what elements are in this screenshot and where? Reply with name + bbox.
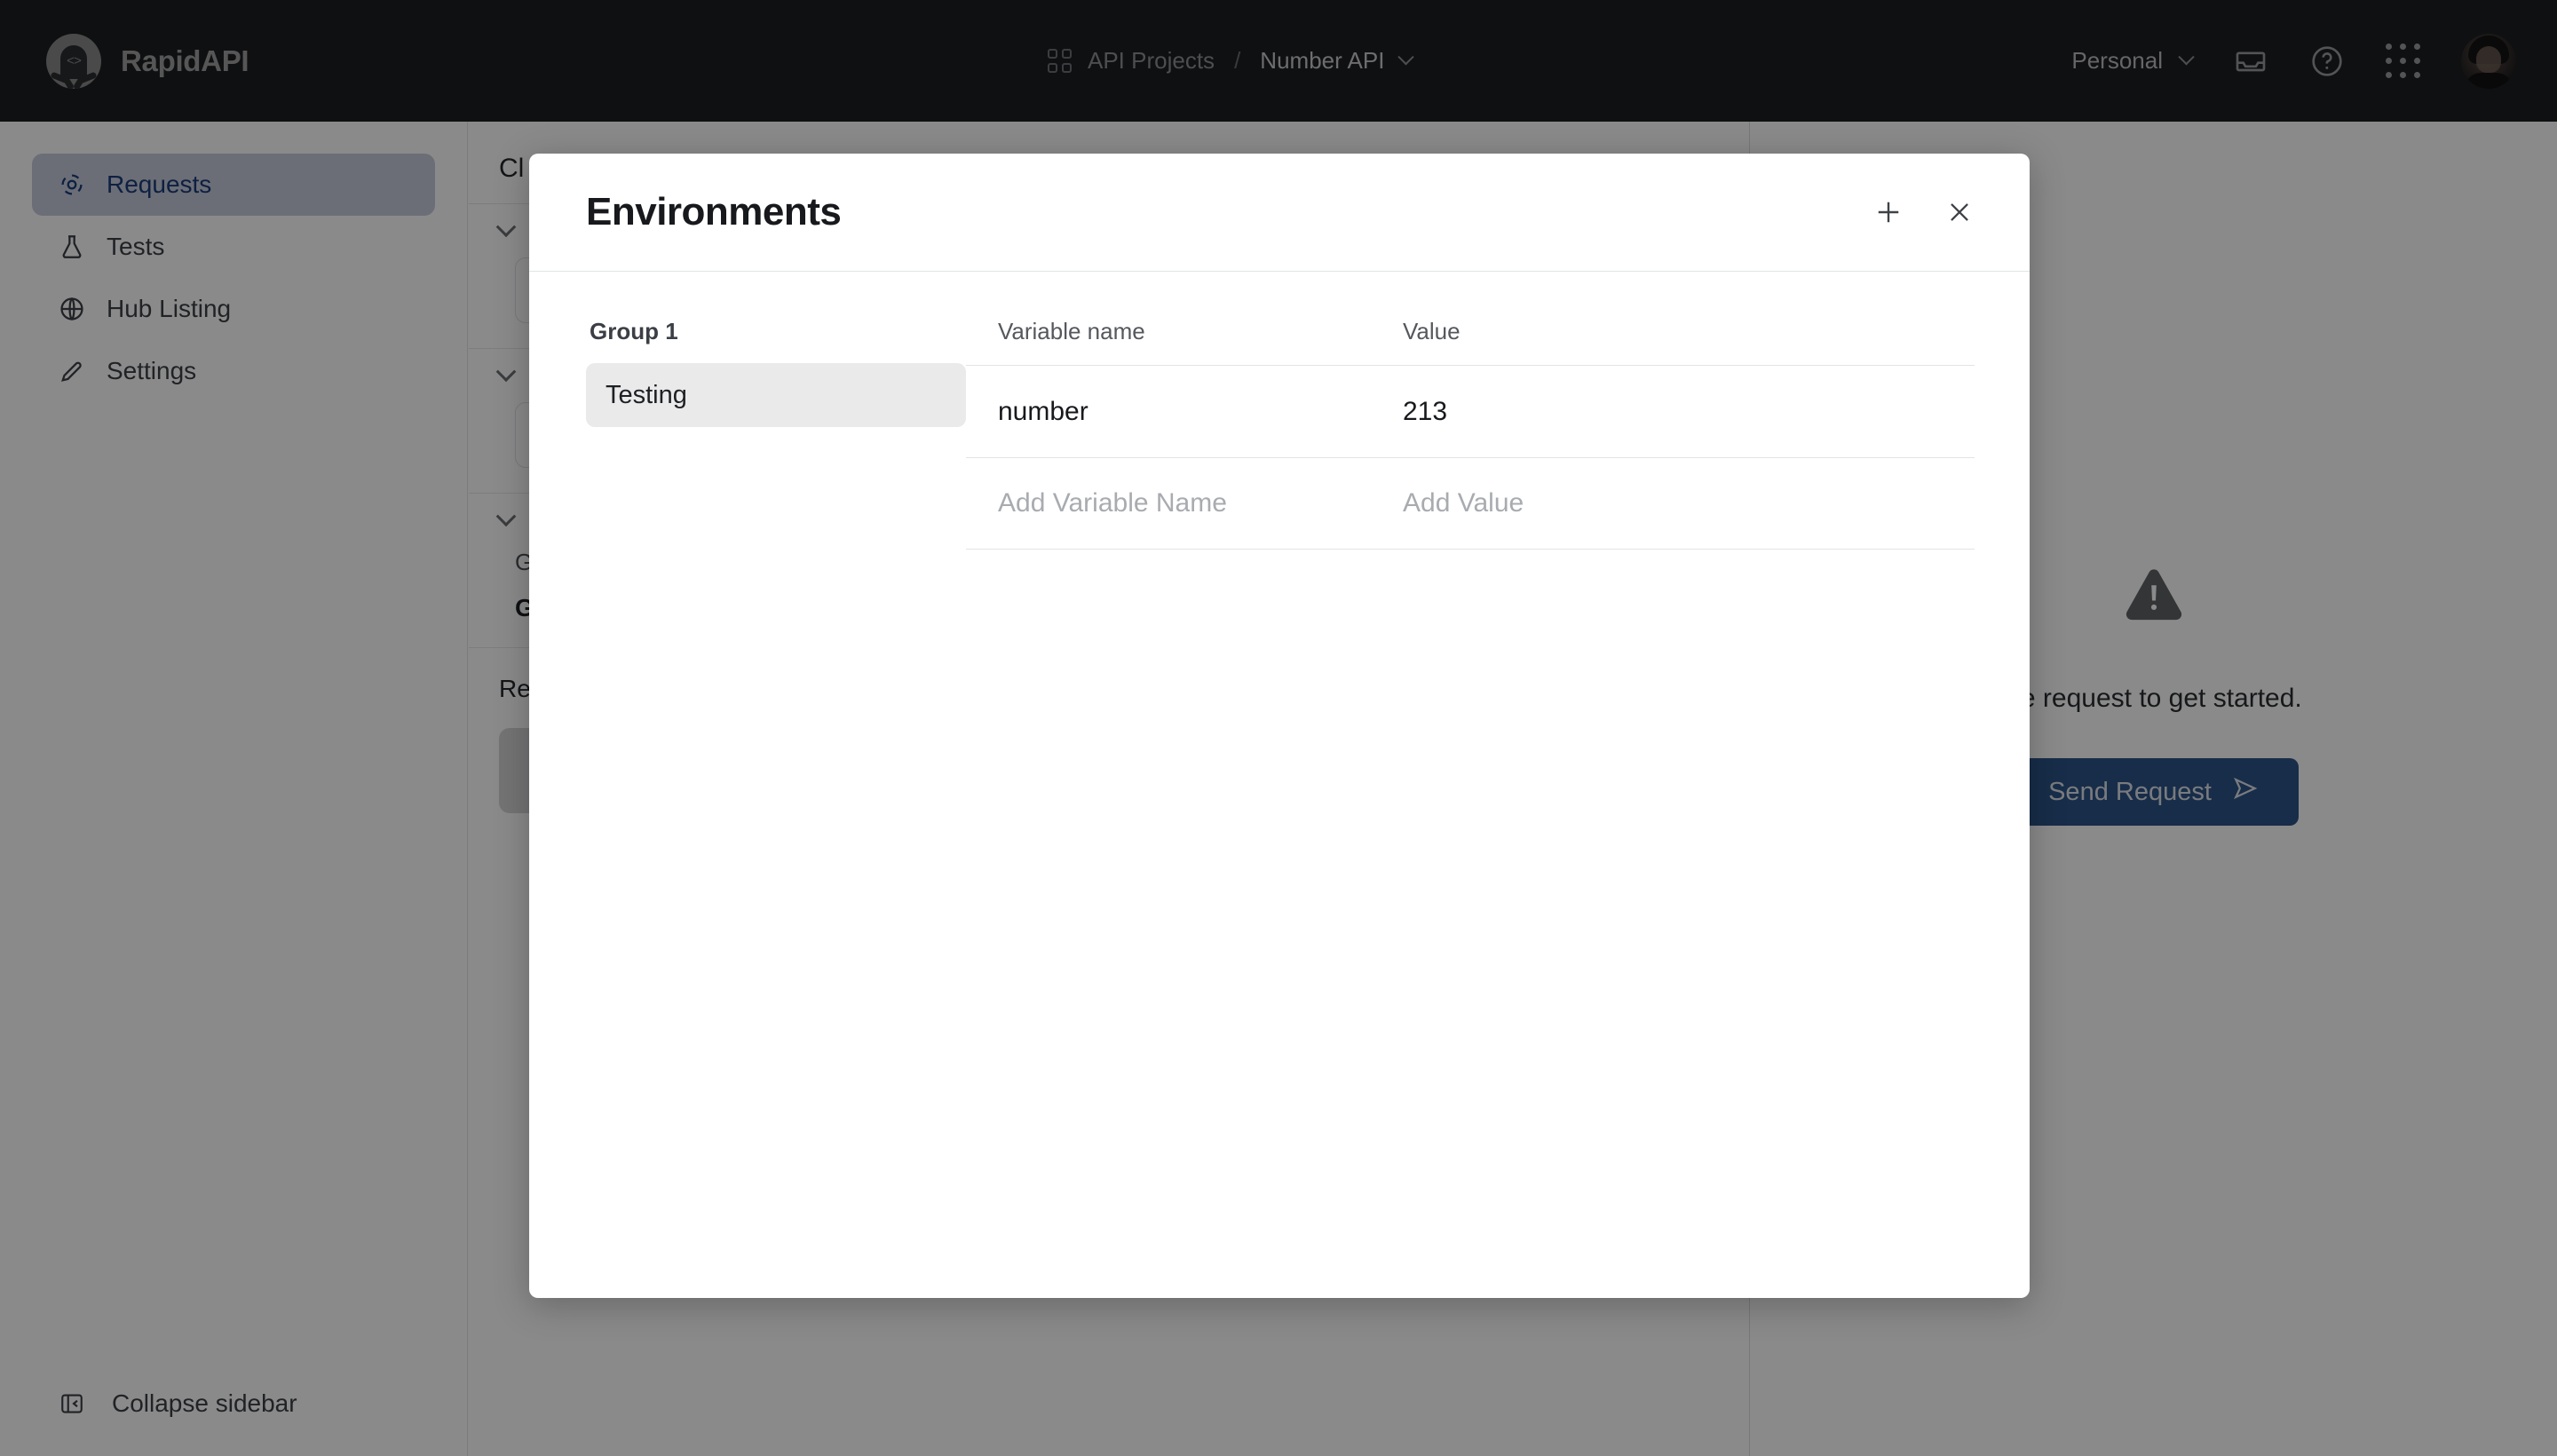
app-root: <> RapidAPI API Projects / Number API Pe… bbox=[0, 0, 2557, 1456]
modal-body: Group 1 Testing Variable name Value numb… bbox=[529, 272, 2030, 1298]
modal-header: Environments bbox=[529, 154, 2030, 272]
environments-modal: Environments Group 1 Testing Variable na… bbox=[529, 154, 2030, 1298]
new-variable-value-input[interactable]: Add Value bbox=[1394, 488, 1975, 518]
environment-item-label: Testing bbox=[606, 380, 687, 409]
add-environment-button[interactable] bbox=[1861, 185, 1916, 240]
close-modal-button[interactable] bbox=[1932, 185, 1987, 240]
environment-groups-panel: Group 1 Testing bbox=[558, 318, 966, 1298]
column-header-variable-name: Variable name bbox=[998, 318, 1145, 344]
group-label: Group 1 bbox=[590, 318, 678, 344]
variable-name-cell[interactable]: number bbox=[966, 397, 1394, 427]
column-header-value: Value bbox=[1403, 318, 1461, 344]
table-row[interactable]: number 213 bbox=[966, 365, 1975, 457]
modal-title: Environments bbox=[586, 190, 842, 233]
environment-item-testing[interactable]: Testing bbox=[586, 363, 966, 427]
variables-table: Variable name Value number 213 Add Varia… bbox=[966, 318, 1987, 1298]
new-variable-name-input[interactable]: Add Variable Name bbox=[966, 488, 1394, 518]
table-header-row: Variable name Value bbox=[966, 318, 1975, 365]
table-row-new[interactable]: Add Variable Name Add Value bbox=[966, 457, 1975, 550]
variable-value-cell[interactable]: 213 bbox=[1394, 397, 1975, 427]
